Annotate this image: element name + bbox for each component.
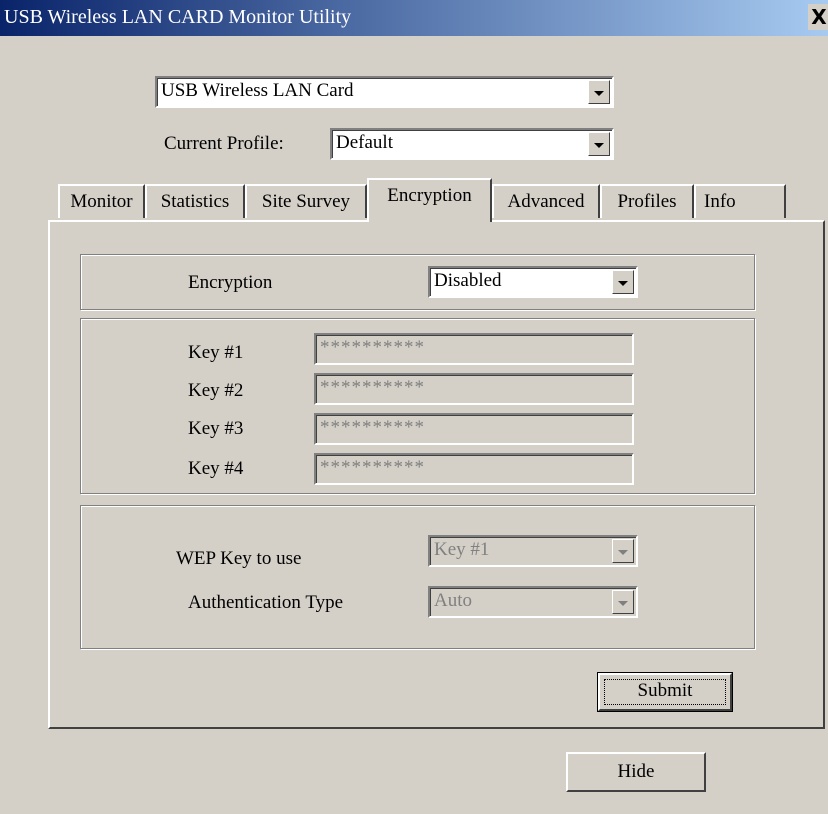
tab-label: Statistics — [160, 191, 230, 212]
wep-group — [80, 505, 755, 649]
tab-site-survey[interactable]: Site Survey — [245, 184, 367, 218]
key-label: Key #2 — [188, 380, 244, 401]
tab-label: Advanced — [507, 191, 585, 212]
wep-key-select-value: Key #1 — [434, 539, 490, 560]
chevron-down-icon[interactable] — [612, 590, 634, 614]
key-value: ********** — [320, 417, 425, 438]
submit-button[interactable]: Submit — [597, 672, 733, 712]
tab-info[interactable]: Info — [694, 184, 786, 218]
current-profile-label: Current Profile: — [164, 133, 284, 154]
submit-label: Submit — [637, 680, 693, 701]
wep-key-select[interactable]: Key #1 — [428, 535, 638, 567]
auth-type-label: Authentication Type — [188, 592, 344, 613]
key-1-field[interactable]: ********** — [314, 333, 634, 365]
key-3-field[interactable]: ********** — [314, 413, 634, 445]
close-icon: X — [811, 5, 827, 29]
auth-type-select-value: Auto — [434, 590, 472, 611]
encryption-select-value: Disabled — [434, 270, 502, 291]
key-value: ********** — [320, 337, 425, 358]
wep-key-label: WEP Key to use — [176, 548, 302, 569]
key-2-field[interactable]: ********** — [314, 373, 634, 405]
chevron-down-icon[interactable] — [588, 132, 610, 156]
tab-label: Monitor — [70, 191, 133, 212]
key-label: Key #4 — [188, 458, 244, 479]
adapter-select[interactable]: USB Wireless LAN Card — [155, 76, 614, 108]
chevron-down-icon[interactable] — [612, 539, 634, 563]
window-title: USB Wireless LAN CARD Monitor Utility — [4, 6, 352, 28]
tab-label: Info — [704, 191, 736, 212]
tab-profiles[interactable]: Profiles — [600, 184, 694, 218]
profile-select[interactable]: Default — [330, 128, 614, 160]
profile-select-value: Default — [336, 132, 393, 153]
hide-button[interactable]: Hide — [566, 752, 706, 792]
chevron-down-icon[interactable] — [612, 270, 634, 294]
encryption-group — [80, 254, 755, 310]
adapter-select-value: USB Wireless LAN Card — [161, 80, 354, 101]
tab-statistics[interactable]: Statistics — [145, 184, 245, 218]
tab-encryption[interactable]: Encryption — [367, 178, 492, 222]
key-value: ********** — [320, 377, 425, 398]
chevron-down-icon[interactable] — [588, 80, 610, 104]
key-4-field[interactable]: ********** — [314, 453, 634, 485]
key-label: Key #3 — [188, 418, 244, 439]
auth-type-select[interactable]: Auto — [428, 586, 638, 618]
encryption-select[interactable]: Disabled — [428, 266, 638, 298]
tab-advanced[interactable]: Advanced — [492, 184, 600, 218]
tab-label: Profiles — [617, 191, 677, 212]
tab-label: Encryption — [387, 185, 472, 206]
encryption-label: Encryption — [188, 272, 273, 293]
tab-label: Site Survey — [261, 191, 351, 212]
close-button[interactable]: X — [808, 4, 828, 30]
hide-label: Hide — [617, 761, 655, 782]
key-value: ********** — [320, 457, 425, 478]
tab-monitor[interactable]: Monitor — [58, 184, 145, 218]
key-label: Key #1 — [188, 342, 244, 363]
